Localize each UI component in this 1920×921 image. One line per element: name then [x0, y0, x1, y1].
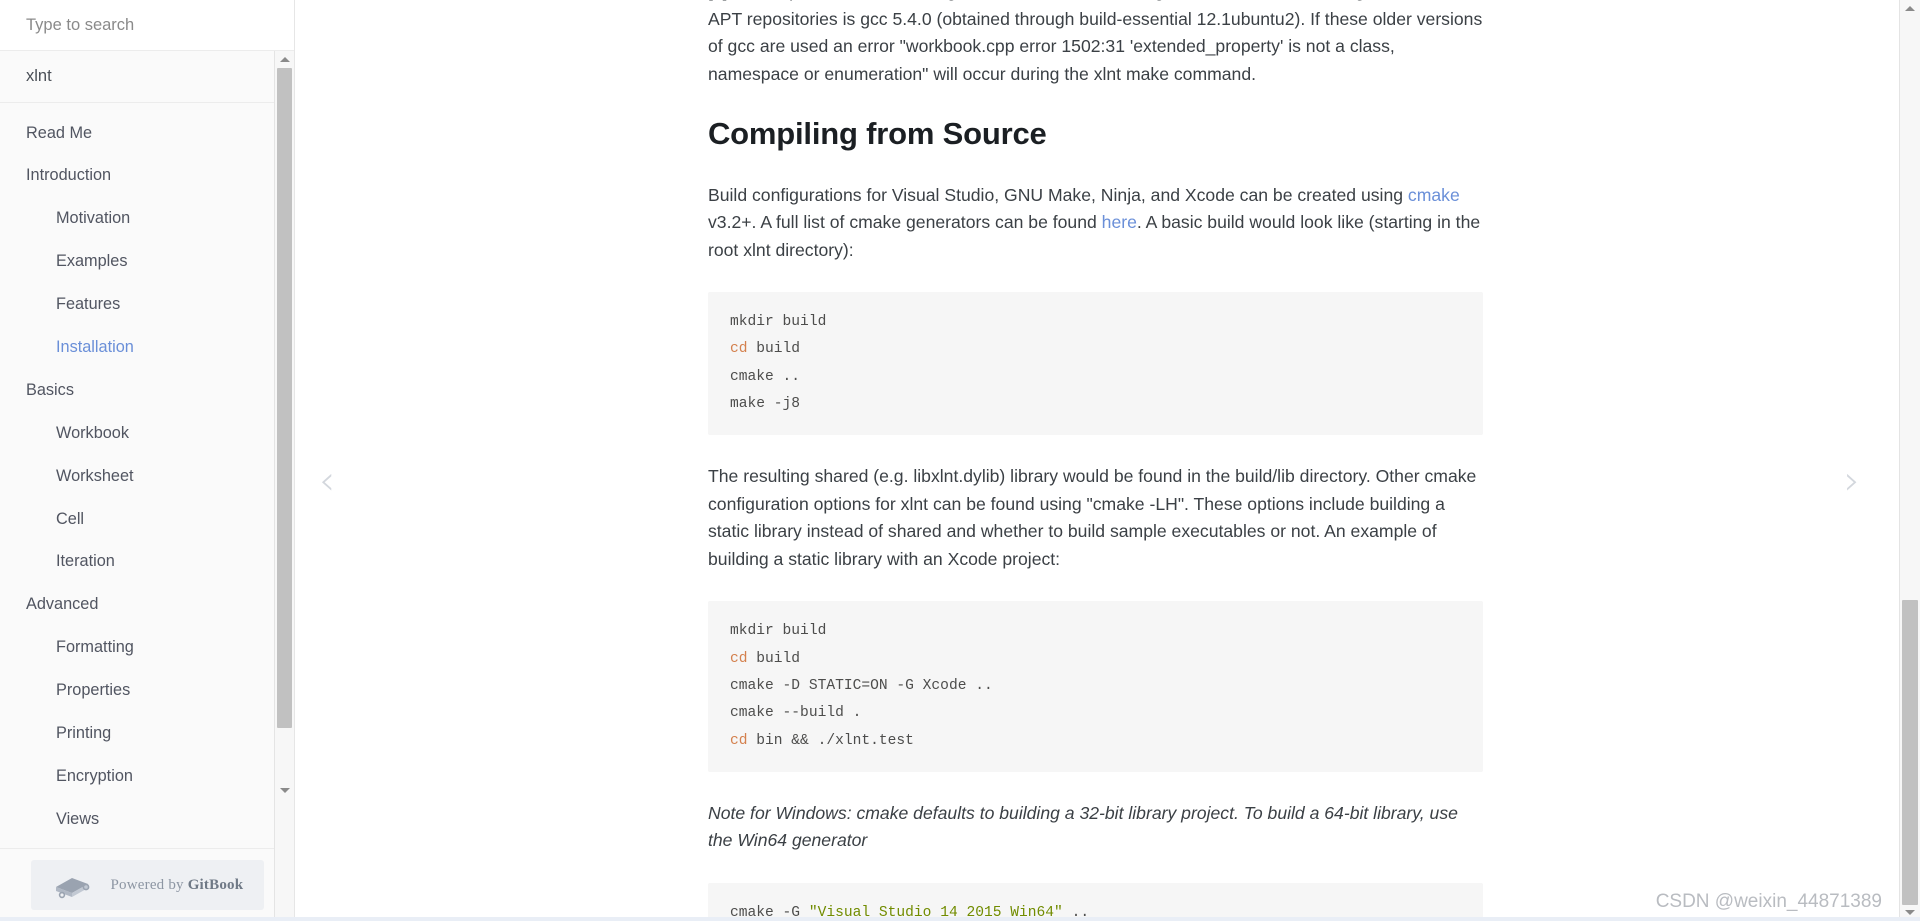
sidebar-item-printing[interactable]: Printing	[0, 716, 294, 749]
sidebar-item-workbook[interactable]: Workbook	[0, 416, 294, 449]
main-scroll-up-button[interactable]	[1900, 0, 1920, 17]
build-config-paragraph: Build configurations for Visual Studio, …	[708, 182, 1483, 265]
sidebar-item-examples[interactable]: Examples	[0, 245, 294, 278]
code-keyword: cd	[730, 341, 748, 358]
sidebar-item-iteration[interactable]: Iteration	[0, 545, 294, 578]
sidebar-item-installation[interactable]: Installation	[0, 330, 294, 363]
code-block-win64-generator: cmake -G "Visual Studio 14 2015 Win64" .…	[708, 882, 1483, 921]
page-body: [1] Xlnt requires a minimum of gcc 6.2.0…	[708, 0, 1483, 921]
sidebar-item-motivation[interactable]: Motivation	[0, 202, 294, 235]
sidebar-item-views[interactable]: Views	[0, 802, 294, 835]
gitbook-badge-brand: GitBook	[187, 876, 244, 893]
bottom-edge	[0, 917, 1920, 921]
previous-page-arrow[interactable]: ‹	[319, 461, 335, 501]
sidebar-footer: Powered by GitBook	[0, 848, 294, 921]
main-scrollbar[interactable]	[1899, 0, 1920, 921]
sidebar-item-formatting[interactable]: Formatting	[0, 631, 294, 664]
sidebar-nav: Read Me Introduction Motivation Examples Fea…	[0, 103, 294, 848]
sidebar-item-api-reference[interactable]: API Reference	[0, 845, 294, 848]
gitbook-badge-label: Powered by GitBook	[111, 877, 244, 894]
triangle-down-icon	[1905, 910, 1915, 915]
note-emphasis: Note for Windows	[708, 802, 847, 823]
sidebar-item-read-me[interactable]: Read Me	[0, 116, 294, 149]
here-link[interactable]: here	[1102, 212, 1137, 232]
sidebar-item-introduction[interactable]: Introduction	[0, 159, 294, 192]
sidebar-scroll-thumb[interactable]	[277, 68, 292, 728]
code-block-xcode-static: mkdir build cd build cmake -D STATIC=ON …	[708, 601, 1483, 772]
sidebar: xlnt Read Me Introduction Motivation Exampl…	[0, 0, 295, 921]
triangle-down-icon	[279, 788, 290, 793]
sidebar-scrollbar[interactable]	[274, 51, 294, 921]
resulting-library-paragraph: The resulting shared (e.g. libxlnt.dylib…	[708, 466, 1477, 569]
sidebar-item-basics[interactable]: Basics	[0, 373, 294, 406]
para1-text-a: Build configurations for Visual Studio, …	[708, 184, 1408, 205]
code-keyword: cd	[730, 650, 748, 667]
main-scroll-thumb[interactable]	[1902, 600, 1918, 905]
intro-paragraph: [1] Xlnt requires a minimum of gcc 6.2.0…	[708, 0, 1483, 84]
app-root: xlnt Read Me Introduction Motivation Exampl…	[0, 0, 1920, 921]
sidebar-item-cell[interactable]: Cell	[0, 502, 294, 535]
gitbook-logo-icon	[55, 878, 89, 899]
page-title: Compiling from Source	[708, 116, 1047, 151]
sidebar-item-advanced[interactable]: Advanced	[0, 588, 294, 621]
cmake-link[interactable]: cmake	[1408, 185, 1460, 205]
book-title: xlnt	[0, 51, 294, 103]
powered-by-gitbook-badge[interactable]: Powered by GitBook	[30, 860, 264, 910]
triangle-up-icon	[1905, 6, 1915, 11]
code-block-basic-build: mkdir build cd build cmake .. make -j8	[708, 292, 1483, 436]
search-box[interactable]	[0, 0, 294, 51]
sidebar-scroll-down-button[interactable]	[275, 782, 294, 799]
code-keyword: cd	[730, 732, 748, 749]
sidebar-item-encryption[interactable]: Encryption	[0, 759, 294, 792]
search-input[interactable]	[26, 15, 268, 35]
main-content: [1] Xlnt requires a minimum of gcc 6.2.0…	[295, 0, 1920, 921]
windows-note-paragraph: Note for Windows: cmake defaults to buil…	[708, 800, 1483, 855]
sidebar-item-properties[interactable]: Properties	[0, 674, 294, 707]
sidebar-scroll-up-button[interactable]	[275, 51, 294, 68]
watermark: CSDN @weixin_44871389	[1655, 891, 1882, 912]
para1-text-b: v3.2+. A full list of cmake generators c…	[708, 212, 1102, 233]
sidebar-item-worksheet[interactable]: Worksheet	[0, 459, 294, 492]
sidebar-item-features[interactable]: Features	[0, 288, 294, 321]
gitbook-badge-prefix: Powered by	[110, 876, 188, 893]
triangle-up-icon	[279, 57, 290, 62]
next-page-arrow[interactable]: ›	[1844, 461, 1860, 501]
